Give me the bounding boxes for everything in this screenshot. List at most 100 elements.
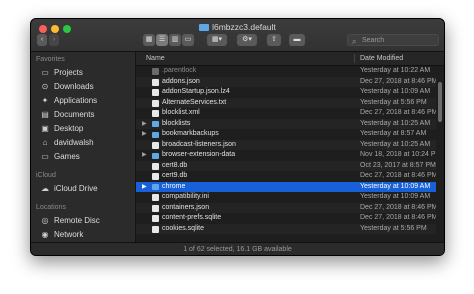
grid-icon: ▦	[145, 36, 153, 43]
window-title-text: l6mbzzc3.default	[212, 22, 276, 32]
file-rows: .parentlock Yesterday at 10:22 AM addons.j…	[136, 66, 436, 234]
file-date: Yesterday at 5:56 PM	[360, 224, 427, 232]
favorites-header: Favorites	[36, 56, 65, 63]
file-name: content-prefs.sqlite	[162, 214, 222, 221]
sidebar-item-label: Documents	[54, 110, 95, 119]
tags-button[interactable]: ▬	[289, 34, 305, 46]
sidebar-item-icloud-drive[interactable]: ☁ iCloud Drive	[31, 182, 135, 196]
file-row[interactable]: AlternateServices.txt Yesterday at 5:56 P…	[136, 97, 436, 108]
sidebar-item-network[interactable]: ◉ Network	[31, 228, 135, 242]
gallery-view-button[interactable]: ▭	[182, 34, 194, 46]
file-date: Dec 27, 2018 at 8:46 PM	[360, 172, 436, 179]
gallery-icon: ▭	[184, 36, 192, 43]
file-name: compatibility.ini	[162, 193, 209, 200]
file-name: chrome	[162, 182, 186, 190]
file-row[interactable]: broadcast-listeners.json Yesterday at 10:…	[136, 139, 436, 150]
file-icon	[152, 215, 159, 222]
file-row[interactable]: addons.json Dec 27, 2018 at 8:46 PM	[136, 76, 436, 87]
name-column-header[interactable]: Name	[146, 52, 165, 65]
file-date: Yesterday at 10:09 AM	[360, 88, 431, 95]
file-row[interactable]: ▶ chrome Yesterday at 10:09 AM	[136, 181, 436, 193]
disclosure-triangle-icon[interactable]: ▶	[142, 119, 147, 130]
sidebar-item-documents[interactable]: ▤ Documents	[31, 108, 135, 122]
finder-window: l6mbzzc3.default ‹ › ▦ ☰ ▥ ▭ ▦▾ ⚙▾ ⇧ ▬ ⌕…	[30, 18, 445, 256]
disclosure-triangle-icon[interactable]: ▶	[142, 129, 147, 140]
sidebar-item-label: iCloud Drive	[54, 184, 98, 193]
locations-header: Locations	[36, 204, 66, 211]
file-name: addons.json	[162, 77, 200, 85]
file-row[interactable]: ▶ bookmarkbackups Yesterday at 8:57 AM	[136, 129, 436, 140]
file-icon	[152, 225, 159, 233]
sidebar-item-applications[interactable]: ✦ Applications	[31, 94, 135, 108]
file-date: Dec 27, 2018 at 8:46 PM	[360, 77, 436, 85]
icon-view-button[interactable]: ▦	[143, 34, 155, 46]
list-icon: ☰	[158, 36, 166, 43]
sidebar-item-remote-disc[interactable]: ◎ Remote Disc	[31, 214, 135, 228]
file-list: Name Date Modified .parentlock Yesterday …	[136, 52, 444, 255]
file-icon	[152, 68, 159, 75]
file-row[interactable]: cookies.sqlite Yesterday at 5:56 PM	[136, 223, 436, 234]
folder-icon: ▭	[41, 152, 49, 161]
folder-icon	[152, 184, 159, 190]
vertical-scrollbar[interactable]	[438, 82, 442, 122]
sidebar-item-label: Desktop	[54, 124, 84, 133]
share-icon: ⇧	[271, 36, 277, 43]
file-name: bookmarkbackups	[162, 130, 219, 137]
home-icon: ⌂	[42, 138, 48, 147]
sidebar-item-davidwalsh[interactable]: ⌂ davidwalsh	[31, 136, 135, 150]
file-icon	[152, 162, 159, 170]
sidebar-item-label: Applications	[54, 96, 98, 105]
sidebar-item-label: davidwalsh	[54, 138, 94, 147]
file-date: Yesterday at 8:57 AM	[360, 130, 427, 137]
column-header: Name Date Modified	[136, 52, 444, 66]
sidebar: Favorites ▭ Projects ⊙ Downloads ✦ Applicat…	[31, 52, 136, 255]
file-row[interactable]: .parentlock Yesterday at 10:22 AM	[136, 66, 436, 77]
folder-icon	[199, 24, 210, 31]
file-icon	[152, 89, 159, 96]
file-icon	[152, 194, 159, 201]
sidebar-item-label: Downloads	[54, 82, 94, 91]
column-view-button[interactable]: ▥	[169, 34, 181, 46]
action-button[interactable]: ⚙▾	[237, 34, 257, 46]
status-bar: 1 of 62 selected, 16.1 GB available	[31, 242, 444, 255]
file-date: Dec 27, 2018 at 8:46 PM	[360, 214, 436, 221]
file-row[interactable]: content-prefs.sqlite Dec 27, 2018 at 8:46…	[136, 213, 436, 224]
group-icon: ▦▾	[211, 36, 223, 43]
icloud-header: iCloud	[36, 172, 56, 179]
sidebar-item-desktop[interactable]: ▣ Desktop	[31, 122, 135, 136]
title-bar: l6mbzzc3.default ‹ › ▦ ☰ ▥ ▭ ▦▾ ⚙▾ ⇧ ▬ ⌕…	[31, 19, 444, 52]
columns-icon: ▥	[171, 36, 179, 43]
forward-button[interactable]: ›	[49, 34, 59, 46]
sidebar-item-label: Games	[54, 152, 80, 161]
folder-icon	[152, 152, 159, 159]
sidebar-item-games[interactable]: ▭ Games	[31, 150, 135, 164]
search-placeholder: Search	[362, 37, 385, 44]
file-name: blocklists	[162, 119, 191, 127]
date-modified-column-header[interactable]: Date Modified	[360, 52, 403, 65]
file-date: Dec 27, 2018 at 8:46 PM	[360, 203, 436, 211]
file-date: Yesterday at 10:22 AM	[360, 67, 431, 74]
file-date: Yesterday at 10:25 AM	[360, 140, 431, 148]
file-row[interactable]: containers.json Dec 27, 2018 at 8:46 PM	[136, 202, 436, 213]
file-row[interactable]: blocklist.xml Dec 27, 2018 at 8:46 PM	[136, 108, 436, 119]
file-row[interactable]: ▶ blocklists Yesterday at 10:25 AM	[136, 118, 436, 130]
group-button[interactable]: ▦▾	[207, 34, 227, 46]
file-row[interactable]: compatibility.ini Yesterday at 10:09 AM	[136, 192, 436, 203]
file-icon	[152, 141, 159, 149]
list-view-button[interactable]: ☰	[156, 34, 168, 46]
sidebar-item-downloads[interactable]: ⊙ Downloads	[31, 80, 135, 94]
share-button[interactable]: ⇧	[267, 34, 281, 46]
file-row[interactable]: cert9.db Dec 27, 2018 at 8:46 PM	[136, 171, 436, 182]
file-row[interactable]: ▶ browser-extension-data Nov 18, 2018 at 1…	[136, 150, 436, 161]
file-row[interactable]: cert8.db Oct 23, 2017 at 8:57 PM	[136, 160, 436, 171]
file-icon	[152, 110, 159, 117]
file-date: Nov 18, 2018 at 10:24 PM	[360, 151, 436, 158]
search-field[interactable]: ⌕ Search	[347, 34, 439, 46]
sidebar-item-projects[interactable]: ▭ Projects	[31, 66, 135, 80]
disclosure-triangle-icon[interactable]: ▶	[142, 182, 147, 193]
back-button[interactable]: ‹	[37, 34, 47, 46]
disclosure-triangle-icon[interactable]: ▶	[142, 150, 147, 161]
file-row[interactable]: addonStartup.json.lz4 Yesterday at 10:09 …	[136, 87, 436, 98]
file-name: cert9.db	[162, 172, 188, 179]
folder-icon	[152, 131, 159, 138]
